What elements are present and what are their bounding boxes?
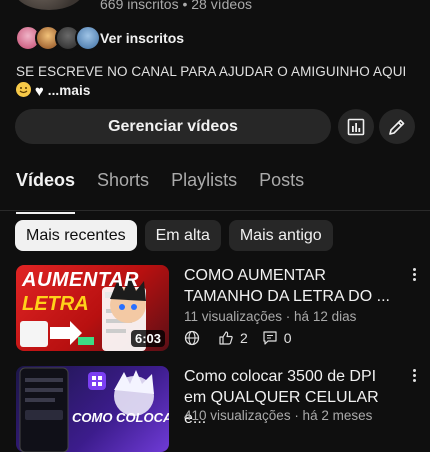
video-thumbnail[interactable]: AUMENTAR LETRA 6:03	[16, 265, 169, 351]
like-count: 2	[240, 330, 248, 346]
kebab-dot	[412, 379, 416, 382]
thumbnail-text: COMO COLOCAR	[72, 410, 169, 425]
video-duration: 6:03	[130, 330, 165, 347]
video-menu-button[interactable]	[412, 268, 416, 281]
comment-icon	[263, 331, 277, 345]
chip-oldest[interactable]: Mais antigo	[228, 220, 333, 251]
kebab-dot	[412, 268, 416, 271]
channel-tabs: Vídeos Shorts Playlists Posts	[16, 170, 326, 214]
globe-icon	[184, 330, 200, 346]
tab-posts[interactable]: Posts	[259, 170, 304, 210]
tab-videos[interactable]: Vídeos	[16, 170, 76, 214]
tab-playlists[interactable]: Playlists	[171, 170, 237, 210]
kebab-dot	[412, 278, 416, 281]
thumbnail-art	[19, 367, 154, 452]
bar-chart-icon	[347, 118, 365, 135]
sort-chips: Mais recentes Em alta Mais antigo	[15, 220, 333, 251]
chip-popular[interactable]: Em alta	[144, 220, 221, 251]
pencil-icon	[389, 119, 405, 135]
view-subscribers-link[interactable]: Ver inscritos	[100, 30, 184, 46]
edit-channel-button[interactable]	[379, 109, 415, 144]
tabs-divider	[0, 210, 430, 211]
video-menu-button[interactable]	[412, 369, 416, 382]
channel-description[interactable]: SE ESCREVE NO CANAL PARA AJUDAR O AMIGUI…	[16, 62, 416, 101]
kebab-dot	[412, 369, 416, 372]
thumbs-up-icon	[219, 331, 233, 345]
channel-avatar[interactable]	[14, 0, 84, 10]
white-heart-icon: ♥	[34, 83, 44, 100]
video-title[interactable]: COMO AUMENTAR TAMANHO DA LETRA DO ...	[184, 265, 394, 307]
analytics-button[interactable]	[338, 109, 374, 144]
subscriber-avatars[interactable]	[15, 25, 101, 51]
video-meta: 410 visualizações · há 2 meses	[184, 408, 373, 423]
more-link[interactable]: ...mais	[48, 83, 91, 98]
thumbnail-text: AUMENTAR	[22, 269, 139, 291]
chip-most-recent[interactable]: Mais recentes	[15, 220, 137, 251]
kebab-dot	[412, 374, 416, 377]
comment-count: 0	[283, 330, 292, 346]
description-text: SE ESCREVE NO CANAL PARA AJUDAR O AMIGUI…	[16, 64, 407, 79]
video-meta: 11 visualizações · há 12 dias	[184, 309, 357, 324]
video-thumbnail[interactable]: COMO COLOCAR	[16, 366, 169, 452]
kebab-dot	[412, 273, 416, 276]
tab-shorts[interactable]: Shorts	[97, 170, 149, 210]
subscriber-avatar	[75, 25, 101, 51]
manage-videos-button[interactable]: Gerenciar vídeos	[15, 109, 331, 144]
smile-emoji-icon	[16, 82, 31, 97]
thumbnail-text: LETRA	[22, 293, 89, 315]
video-actions: 2 0	[184, 330, 292, 346]
channel-stats: 669 inscritos • 28 vídeos	[100, 0, 252, 12]
